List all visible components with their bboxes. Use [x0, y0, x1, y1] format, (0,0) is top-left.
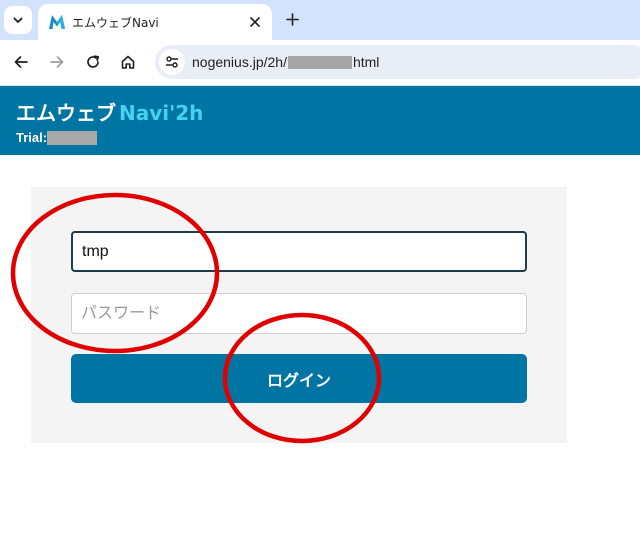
browser-toolbar: nogenius.jp/2h/ html: [0, 40, 640, 85]
url-suffix: html: [352, 54, 380, 70]
url-prefix: nogenius.jp/2h/: [192, 54, 287, 70]
reload-button[interactable]: [81, 50, 105, 74]
browser-tab-active[interactable]: エムウェブNavi: [38, 4, 272, 40]
chevron-down-icon: [13, 17, 23, 23]
browser-tab-bar: エムウェブNavi: [0, 0, 640, 40]
brand-main: エムウェブ: [16, 101, 116, 125]
home-icon: [121, 55, 135, 69]
tab-search-button[interactable]: [4, 6, 32, 34]
close-icon: [250, 17, 260, 27]
trial-info: Trial:: [16, 130, 98, 145]
login-button[interactable]: ログイン: [71, 354, 527, 403]
username-input[interactable]: [71, 231, 527, 272]
site-info-button[interactable]: [159, 49, 185, 75]
password-input[interactable]: [71, 293, 527, 334]
arrow-left-icon: [14, 56, 28, 68]
tab-close-button[interactable]: [246, 13, 264, 31]
address-bar[interactable]: nogenius.jp/2h/ html: [155, 45, 640, 79]
reload-icon: [87, 55, 100, 68]
site-logo[interactable]: エムウェブ Navi'2h: [16, 97, 203, 126]
forward-button[interactable]: [45, 50, 69, 74]
home-button[interactable]: [116, 50, 140, 74]
trial-redaction: [47, 130, 98, 145]
site-header: エムウェブ Navi'2h Trial:: [0, 86, 640, 155]
site-favicon-icon: [49, 15, 65, 29]
trial-label: Trial:: [16, 130, 48, 145]
url-redaction: [287, 55, 352, 69]
new-tab-button[interactable]: [281, 8, 303, 30]
url-text[interactable]: nogenius.jp/2h/ html: [192, 54, 379, 70]
brand-sub: Navi'2h: [119, 101, 204, 125]
tune-icon: [165, 56, 179, 68]
arrow-right-icon: [50, 56, 64, 68]
back-button[interactable]: [9, 50, 33, 74]
plus-icon: [285, 12, 299, 26]
tab-title: エムウェブNavi: [72, 16, 159, 30]
login-panel: ログイン: [31, 187, 567, 443]
